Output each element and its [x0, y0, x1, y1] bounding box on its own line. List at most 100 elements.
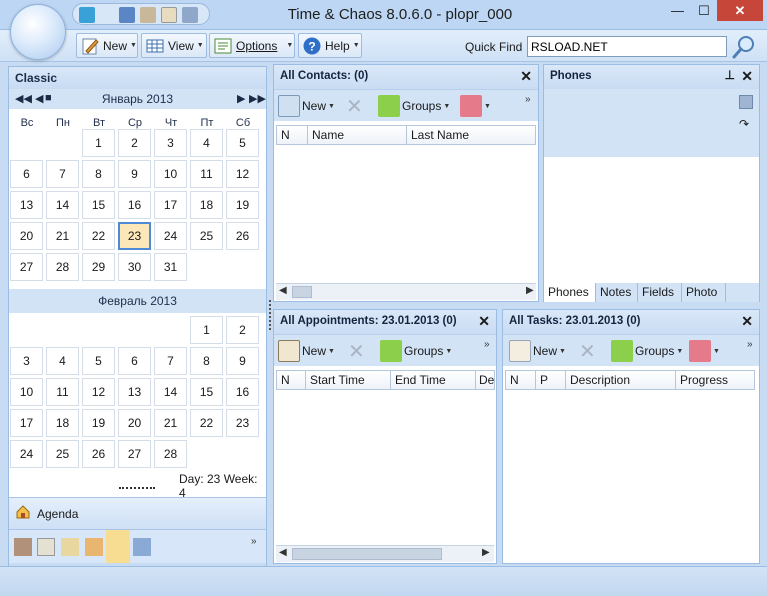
close-icon[interactable]: ✕: [741, 68, 753, 85]
tab-fields[interactable]: Fields: [638, 283, 682, 302]
calendar-day[interactable]: 10: [10, 378, 43, 406]
contacts-new-button[interactable]: New ▼: [278, 94, 335, 118]
calendar-day[interactable]: 20: [10, 222, 43, 250]
tab-phones[interactable]: Phones: [544, 283, 596, 302]
overflow-icon[interactable]: »: [251, 536, 257, 547]
calendar-day[interactable]: 1: [82, 129, 115, 157]
calendar-day[interactable]: 26: [82, 440, 115, 468]
tasks-new-button[interactable]: New ▼: [509, 339, 566, 363]
calendar-day[interactable]: 18: [190, 191, 223, 219]
calendar-day[interactable]: 15: [190, 378, 223, 406]
calendar-day[interactable]: 2: [226, 316, 259, 344]
close-icon[interactable]: ✕: [520, 68, 532, 85]
calendar-day[interactable]: 4: [190, 129, 223, 157]
close-icon[interactable]: ✕: [478, 313, 490, 330]
column-header-progress[interactable]: Progress: [675, 370, 755, 390]
year-view-icon[interactable]: [133, 538, 151, 556]
calendar-day[interactable]: 13: [10, 191, 43, 219]
calendar-day[interactable]: 17: [10, 409, 43, 437]
splitter-handle[interactable]: [119, 487, 155, 490]
calendar-day[interactable]: 19: [226, 191, 259, 219]
tasks-groups-button[interactable]: Groups ▼: [611, 339, 683, 363]
calendar-day[interactable]: 16: [226, 378, 259, 406]
calendar-day[interactable]: 31: [154, 253, 187, 281]
contacts-groups-button[interactable]: Groups ▼: [378, 94, 450, 118]
app-orb-button[interactable]: [10, 4, 66, 60]
column-header-end-time[interactable]: End Time: [390, 370, 476, 390]
column-header-name[interactable]: Name: [307, 125, 407, 145]
calendar-day[interactable]: 11: [46, 378, 79, 406]
agenda-button[interactable]: Agenda: [9, 497, 266, 529]
calendar-day[interactable]: 27: [118, 440, 151, 468]
minimize-button[interactable]: —: [664, 0, 691, 21]
scroll-right-icon[interactable]: ▶: [526, 285, 534, 296]
day-view-icon[interactable]: [14, 538, 32, 556]
quick-find-input[interactable]: [527, 36, 727, 57]
calendar-day[interactable]: 24: [10, 440, 43, 468]
calendar-day[interactable]: 16: [118, 191, 151, 219]
scroll-left-icon[interactable]: ◀: [279, 547, 287, 558]
todo-view-icon[interactable]: [37, 538, 55, 556]
notes-view-icon[interactable]: [61, 538, 79, 556]
calendar-day[interactable]: 6: [10, 160, 43, 188]
scroll-right-icon[interactable]: ▶: [482, 547, 490, 558]
new-menu-button[interactable]: New ▼: [76, 33, 138, 58]
calendar-day[interactable]: 27: [10, 253, 43, 281]
calendar-day[interactable]: 25: [46, 440, 79, 468]
calendar-day[interactable]: 4: [46, 347, 79, 375]
close-button[interactable]: ✕: [717, 0, 763, 21]
overflow-icon[interactable]: »: [484, 339, 490, 350]
vertical-splitter-handle[interactable]: [269, 300, 271, 330]
calendar-icon[interactable]: [140, 7, 156, 23]
calendar-day[interactable]: 3: [154, 129, 187, 157]
calendar-day[interactable]: 21: [154, 409, 187, 437]
column-header-start-time[interactable]: Start Time: [305, 370, 391, 390]
calendar-day[interactable]: 28: [46, 253, 79, 281]
tasks-filter-button[interactable]: ▼: [689, 339, 720, 363]
calendar-day[interactable]: 14: [46, 191, 79, 219]
copy-icon[interactable]: [739, 95, 753, 109]
help-menu-button[interactable]: ? Help ▼: [298, 33, 362, 58]
maximize-button[interactable]: ☐: [691, 0, 717, 21]
calendar-day[interactable]: 2: [118, 129, 151, 157]
calendar-day[interactable]: 29: [82, 253, 115, 281]
calendar-day[interactable]: 30: [118, 253, 151, 281]
calendar-day[interactable]: 14: [154, 378, 187, 406]
calendar-day[interactable]: 7: [46, 160, 79, 188]
tab-notes[interactable]: Notes: [596, 283, 638, 302]
scroll-left-icon[interactable]: ◀: [279, 285, 287, 296]
calendar-day[interactable]: 17: [154, 191, 187, 219]
calendar-day[interactable]: 8: [190, 347, 223, 375]
calendar-day[interactable]: 28: [154, 440, 187, 468]
calendar-day[interactable]: 25: [190, 222, 223, 250]
calendar-day[interactable]: 22: [82, 222, 115, 250]
delete-icon[interactable]: ✕: [348, 339, 365, 363]
delete-icon[interactable]: ✕: [579, 339, 596, 363]
column-header-priority[interactable]: P: [535, 370, 566, 390]
appointments-groups-button[interactable]: Groups ▼: [380, 339, 452, 363]
calendar-day[interactable]: 11: [190, 160, 223, 188]
scrollbar-thumb[interactable]: [292, 286, 312, 298]
calendar-day[interactable]: 12: [226, 160, 259, 188]
next-month-icon[interactable]: ▶: [237, 92, 245, 105]
overflow-icon[interactable]: »: [747, 339, 753, 350]
calendar-day[interactable]: 21: [46, 222, 79, 250]
task-icon[interactable]: [161, 7, 177, 23]
appointment-icon[interactable]: [182, 7, 198, 23]
calendar-day[interactable]: 9: [118, 160, 151, 188]
contacts-icon[interactable]: [119, 7, 135, 23]
calendar-day[interactable]: 5: [82, 347, 115, 375]
next-year-icon[interactable]: ▶▶: [249, 92, 266, 105]
sync-icon[interactable]: [79, 7, 95, 23]
delete-icon[interactable]: ✕: [346, 94, 363, 118]
pin-icon[interactable]: ⊥: [725, 68, 735, 82]
column-header-last-name[interactable]: Last Name: [406, 125, 536, 145]
scrollbar-thumb[interactable]: [292, 548, 442, 560]
calendar-day[interactable]: 20: [118, 409, 151, 437]
calendar-day[interactable]: 23: [226, 409, 259, 437]
horizontal-scrollbar[interactable]: ◀ ▶: [276, 283, 536, 300]
tab-photo[interactable]: Photo: [682, 283, 726, 302]
calendar-day[interactable]: 19: [82, 409, 115, 437]
calendar-day[interactable]: 6: [118, 347, 151, 375]
column-header-description[interactable]: Des: [475, 370, 495, 390]
